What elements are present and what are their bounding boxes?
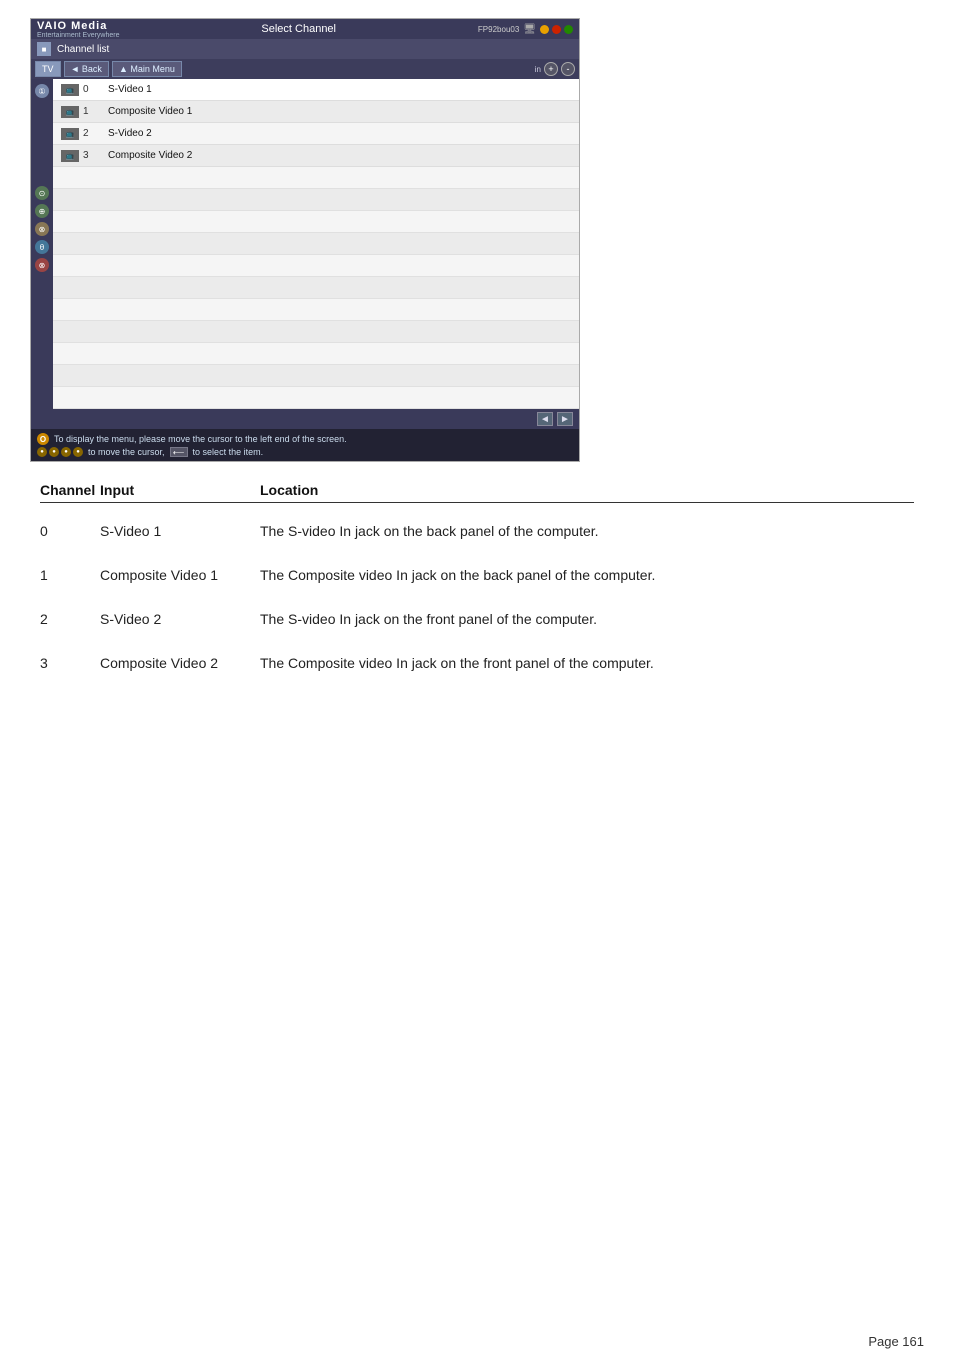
channel-icon-1: 📺 xyxy=(61,106,79,118)
sidebar-icon-2[interactable]: ⊕ xyxy=(35,204,49,218)
row3-location: The Composite video In jack on the front… xyxy=(260,655,914,671)
channel-name-3: Composite Video 2 xyxy=(108,150,571,161)
nav-right-label: in xyxy=(535,65,541,74)
channel-name-1: Composite Video 1 xyxy=(108,106,571,117)
channel-icon-3: 📺 xyxy=(61,150,79,162)
hint-icon-c2: ● xyxy=(49,447,59,457)
row3-channel: 3 xyxy=(40,655,100,671)
tab-back[interactable]: ◄ Back xyxy=(64,61,109,77)
toolbar-area: ■ Channel list xyxy=(31,39,579,59)
bottom-hint: O To display the menu, please move the c… xyxy=(31,429,579,461)
vaio-logo: VAIO Media Entertainment Everywhere xyxy=(37,20,119,39)
dot-yellow xyxy=(540,25,549,34)
nav-arrow-left[interactable]: ◄ xyxy=(537,412,553,426)
hint-row-2: ● ● ● ● to move the cursor, ⟵ to select … xyxy=(37,447,573,457)
channel-row-empty-4 xyxy=(53,233,579,255)
channel-icon-0: 📺 xyxy=(61,84,79,96)
channel-num-0: 0 xyxy=(83,84,108,95)
channel-row-empty-1 xyxy=(53,167,579,189)
channel-row-empty-5 xyxy=(53,255,579,277)
row1-location: The Composite video In jack on the back … xyxy=(260,567,914,583)
table-header: Channel Input Location xyxy=(40,482,914,503)
row0-input: S-Video 1 xyxy=(100,523,260,539)
hint-icon-c3: ● xyxy=(61,447,71,457)
channel-row-empty-11 xyxy=(53,387,579,409)
table-row-3: 3 Composite Video 2 The Composite video … xyxy=(40,651,914,671)
row0-channel: 0 xyxy=(40,523,100,539)
channel-row-empty-6 xyxy=(53,277,579,299)
screenshot-area: VAIO Media Entertainment Everywhere Sele… xyxy=(30,18,580,462)
channel-row-empty-7 xyxy=(53,299,579,321)
bottom-nav: ◄ ► xyxy=(31,409,579,429)
hint-text-2: to move the cursor, xyxy=(88,447,165,457)
sidebar-icon-4[interactable]: θ xyxy=(35,240,49,254)
hint-icons-row: ● ● ● ● xyxy=(37,447,83,457)
sidebar-icon-5[interactable]: ⊗ xyxy=(35,258,49,272)
main-content: ① ⊙ ⊕ ⊗ θ ⊗ 📺 0 S-Video 1 📺 1 Composite … xyxy=(31,79,579,409)
channel-num-3: 3 xyxy=(83,150,108,161)
row2-input: S-Video 2 xyxy=(100,611,260,627)
row1-input: Composite Video 1 xyxy=(100,567,260,583)
page-number: Page 161 xyxy=(868,1334,924,1349)
dot-green xyxy=(564,25,573,34)
tab-main-menu[interactable]: ▲ Main Menu xyxy=(112,61,182,77)
dot-red xyxy=(552,25,561,34)
row2-channel: 2 xyxy=(40,611,100,627)
channel-list-icon: ■ xyxy=(37,42,51,56)
header-location: Location xyxy=(260,482,560,498)
vaio-logo-main: VAIO Media xyxy=(37,20,119,32)
nav-tabs[interactable]: TV ◄ Back ▲ Main Menu in + - xyxy=(31,59,579,79)
hint-text-1: To display the menu, please move the cur… xyxy=(54,434,347,444)
channel-row-empty-8 xyxy=(53,321,579,343)
sidebar-icon-3[interactable]: ⊗ xyxy=(35,222,49,236)
tab-tv[interactable]: TV xyxy=(35,61,61,77)
monitor-icon: 🖥 xyxy=(523,24,536,35)
channel-row-2[interactable]: 📺 2 S-Video 2 xyxy=(53,123,579,145)
channel-num-1: 1 xyxy=(83,106,108,117)
channel-list: 📺 0 S-Video 1 📺 1 Composite Video 1 📺 2 … xyxy=(53,79,579,409)
channel-row-empty-9 xyxy=(53,343,579,365)
hint-icon-c1: ● xyxy=(37,447,47,457)
channel-row-empty-2 xyxy=(53,189,579,211)
hint-arrow-icon: ⟵ xyxy=(170,447,188,457)
select-channel-title: Select Channel xyxy=(119,23,477,35)
row2-location: The S-video In jack on the front panel o… xyxy=(260,611,914,627)
content-section: Channel Input Location 0 S-Video 1 The S… xyxy=(0,462,954,715)
vaio-logo-sub: Entertainment Everywhere xyxy=(37,32,119,39)
nav-right: in + - xyxy=(535,62,575,76)
fps-label: FP92bou03 xyxy=(478,25,519,34)
channel-icon-2: 📺 xyxy=(61,128,79,140)
nav-arrow-right[interactable]: ► xyxy=(557,412,573,426)
sidebar-icon-0[interactable]: ① xyxy=(35,84,49,98)
header-channel: Channel xyxy=(40,482,100,498)
channel-name-0: S-Video 1 xyxy=(108,84,571,95)
row3-input: Composite Video 2 xyxy=(100,655,260,671)
channel-row-3[interactable]: 📺 3 Composite Video 2 xyxy=(53,145,579,167)
hint-row-1: O To display the menu, please move the c… xyxy=(37,433,573,445)
hint-icon-c4: ● xyxy=(73,447,83,457)
nav-btn-minus[interactable]: - xyxy=(561,62,575,76)
channel-row-0[interactable]: 📺 0 S-Video 1 xyxy=(53,79,579,101)
window-dots xyxy=(540,25,573,34)
sidebar-icon-1[interactable]: ⊙ xyxy=(35,186,49,200)
channel-row-empty-3 xyxy=(53,211,579,233)
channel-row-1[interactable]: 📺 1 Composite Video 1 xyxy=(53,101,579,123)
row1-channel: 1 xyxy=(40,567,100,583)
channel-name-2: S-Video 2 xyxy=(108,128,571,139)
table-row-1: 1 Composite Video 1 The Composite video … xyxy=(40,563,914,583)
table-row-2: 2 S-Video 2 The S-video In jack on the f… xyxy=(40,607,914,627)
top-bar-right: FP92bou03 🖥 xyxy=(478,24,573,35)
hint-text-3: to select the item. xyxy=(193,447,264,457)
channel-row-empty-10 xyxy=(53,365,579,387)
row0-location: The S-video In jack on the back panel of… xyxy=(260,523,914,539)
left-sidebar-icons: ① ⊙ ⊕ ⊗ θ ⊗ xyxy=(31,79,53,409)
nav-btn-plus[interactable]: + xyxy=(544,62,558,76)
header-input: Input xyxy=(100,482,260,498)
hint-icon-O: O xyxy=(37,433,49,445)
table-row-0: 0 S-Video 1 The S-video In jack on the b… xyxy=(40,519,914,539)
top-bar: VAIO Media Entertainment Everywhere Sele… xyxy=(31,19,579,39)
channel-list-label: Channel list xyxy=(57,44,109,55)
channel-num-2: 2 xyxy=(83,128,108,139)
